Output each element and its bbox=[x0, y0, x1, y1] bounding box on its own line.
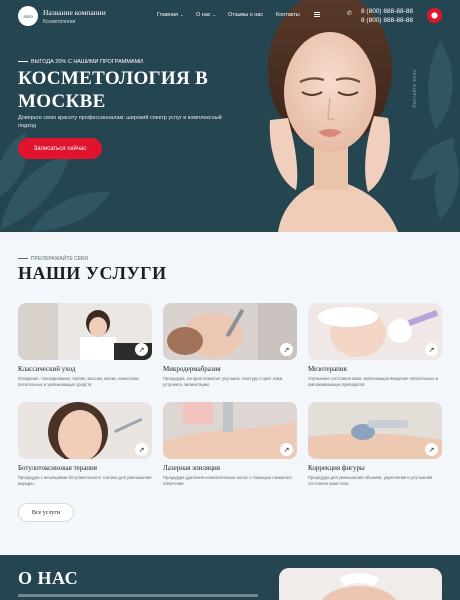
service-description: Процедура для уменьшения объемов, укрепл… bbox=[308, 475, 433, 486]
chevron-down-icon: ⌄ bbox=[212, 12, 217, 17]
hamburger-icon[interactable] bbox=[314, 12, 320, 17]
leaf-decoration bbox=[0, 132, 110, 232]
service-image-laser[interactable] bbox=[163, 402, 297, 459]
hero-description: Доверьте свою красоту профессионалам: ши… bbox=[18, 115, 222, 129]
scroll-hint-label: Листайте вниз bbox=[412, 69, 418, 109]
nav-item-home[interactable]: Главная ⌄ bbox=[157, 12, 183, 18]
service-description: Процедура, которая помогает улучшить тек… bbox=[163, 376, 284, 387]
service-description: Улучшение состояния кожи, включающая вве… bbox=[308, 376, 438, 387]
service-title[interactable]: Коррекция фигуры bbox=[308, 464, 365, 472]
services-eyebrow: ПРЕОБРАЖАЙТЕ СЕБЯ bbox=[18, 256, 88, 262]
location-pin-button[interactable]: ⬤ bbox=[427, 8, 442, 23]
location-pin-icon: ⬤ bbox=[431, 13, 438, 19]
book-now-button[interactable]: Записаться сейчас bbox=[18, 138, 102, 159]
service-description: Очищение, тонизирование, пилинг, массаж,… bbox=[18, 376, 139, 387]
arrow-up-right-icon[interactable]: ↗ bbox=[135, 343, 148, 356]
phone-icon: ✆ bbox=[347, 11, 353, 17]
nav-item-about[interactable]: О нас ⌄ bbox=[196, 12, 216, 18]
arrow-up-right-icon[interactable]: ↗ bbox=[280, 343, 293, 356]
nav-item-reviews[interactable]: Отзывы о нас bbox=[228, 12, 263, 18]
arrow-up-right-icon[interactable]: ↗ bbox=[425, 343, 438, 356]
services-title: НАШИ УСЛУГИ bbox=[18, 263, 167, 283]
about-title: О НАС bbox=[18, 568, 79, 588]
about-text-placeholder bbox=[18, 594, 258, 597]
arrow-up-right-icon[interactable]: ↗ bbox=[135, 443, 148, 456]
service-image-classic-care[interactable] bbox=[18, 303, 152, 360]
site-header: лого Название компании Косметология Глав… bbox=[0, 0, 460, 34]
service-image-botulinum[interactable] bbox=[18, 402, 152, 459]
about-photo bbox=[279, 568, 442, 600]
phone-number[interactable]: 8 (800) 888-88-88 bbox=[361, 17, 413, 24]
arrow-up-right-icon[interactable]: ↗ bbox=[425, 443, 438, 456]
service-title[interactable]: Микродермабразия bbox=[163, 365, 221, 373]
nav-item-contacts[interactable]: Контакты bbox=[276, 12, 300, 18]
company-subtitle: Косметология bbox=[43, 19, 76, 25]
service-title[interactable]: Ботулотоксиновая терапия bbox=[18, 464, 97, 472]
service-title[interactable]: Лазерная эпиляция bbox=[163, 464, 220, 472]
phone-number[interactable]: 8 (800) 888-88-88 bbox=[361, 8, 413, 15]
logo[interactable]: лого bbox=[18, 6, 38, 26]
service-image-microdermabrasion[interactable] bbox=[163, 303, 297, 360]
chevron-down-icon: ⌄ bbox=[179, 12, 184, 17]
service-image-body-contouring[interactable] bbox=[308, 402, 442, 459]
hero-title: КОСМЕТОЛОГИЯ В МОСКВЕ bbox=[18, 68, 209, 112]
hero-woman-photo bbox=[268, 0, 398, 232]
service-image-mesotherapy[interactable] bbox=[308, 303, 442, 360]
all-services-button[interactable]: Все услуги bbox=[18, 503, 74, 522]
service-description: Процедура с инъекциями ботулинического т… bbox=[18, 475, 152, 486]
company-name: Название компании bbox=[43, 8, 106, 17]
service-title[interactable]: Мезотерапия bbox=[308, 365, 347, 373]
service-description: Процедура удаления нежелательных волос с… bbox=[163, 475, 292, 486]
service-title[interactable]: Классический уход bbox=[18, 365, 75, 373]
arrow-up-right-icon[interactable]: ↗ bbox=[280, 443, 293, 456]
hero-eyebrow: ВЫГОДА 20% С НАШИМИ ПРОГРАММАМИ bbox=[18, 59, 143, 65]
